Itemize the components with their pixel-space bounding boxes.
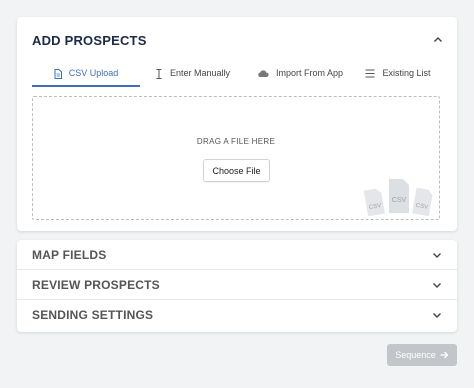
section-label: REVIEW PROSPECTS [32, 277, 160, 292]
section-label: SENDING SETTINGS [32, 308, 154, 322]
chevron-down-icon[interactable] [430, 248, 444, 262]
file-icon [54, 68, 62, 79]
drop-instruction: DRAG A FILE HERE [196, 137, 276, 146]
sequence-button[interactable]: Sequence [387, 344, 457, 366]
tab-csv-upload[interactable]: CSV Upload [32, 65, 140, 87]
setup-sections-panel: MAP FIELDS REVIEW PROSPECTS SENDING SETT… [17, 240, 457, 332]
section-label: MAP FIELDS [32, 247, 107, 262]
add-prospects-title: ADD PROSPECTS [32, 32, 147, 48]
text-cursor-icon [155, 68, 163, 79]
tab-label: Import From App [275, 68, 344, 78]
chevron-up-icon[interactable] [431, 33, 445, 47]
csv-label: CSV [392, 197, 407, 204]
arrow-right-icon [440, 351, 449, 359]
file-dropzone[interactable]: DRAG A FILE HERE Choose File CSV CSV CSV [32, 96, 440, 220]
tab-label: CSV Upload [68, 68, 119, 78]
list-icon [365, 68, 375, 79]
chevron-down-icon[interactable] [430, 308, 444, 322]
choose-file-button[interactable]: Choose File [203, 159, 270, 182]
sequence-label: Sequence [395, 350, 436, 360]
cloud-icon [257, 68, 269, 79]
add-prospects-panel: ADD PROSPECTS CSV Upload Enter Manually … [17, 17, 457, 231]
tab-label: Enter Manually [169, 68, 231, 78]
add-prospects-header[interactable]: ADD PROSPECTS [32, 31, 445, 49]
section-sending-settings[interactable]: SENDING SETTINGS [17, 300, 457, 330]
tab-label: Existing List [382, 68, 431, 78]
tab-import-from-app[interactable]: Import From App [245, 65, 355, 87]
upload-tabs: CSV Upload Enter Manually Import From Ap… [32, 65, 441, 87]
tab-enter-manually[interactable]: Enter Manually [140, 65, 245, 87]
chevron-down-icon[interactable] [430, 278, 444, 292]
section-map-fields[interactable]: MAP FIELDS [17, 240, 457, 270]
tab-existing-list[interactable]: Existing List [355, 65, 441, 87]
csv-files-illustration: CSV CSV CSV [363, 179, 433, 217]
section-review-prospects[interactable]: REVIEW PROSPECTS [17, 270, 457, 300]
